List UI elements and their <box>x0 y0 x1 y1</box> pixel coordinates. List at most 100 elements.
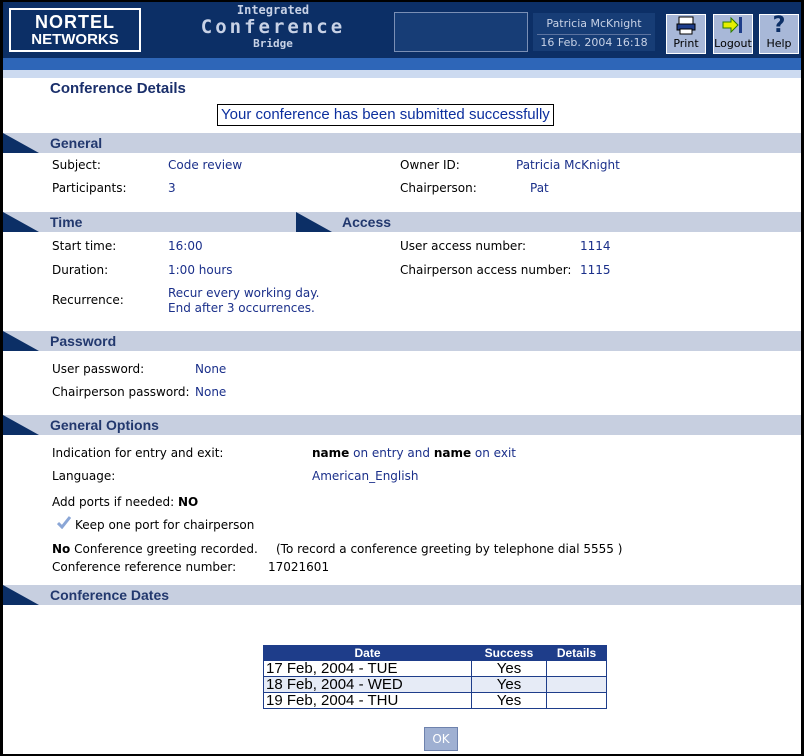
greeting-hint: (To record a conference greeting by tele… <box>276 542 623 556</box>
section-wedge <box>3 585 39 605</box>
logo-line1: NORTEL <box>35 12 115 32</box>
indication-value: name on entry and name on exit <box>312 446 516 460</box>
row-details <box>546 692 607 709</box>
app-name-line2: Conference <box>200 16 346 38</box>
owner-id-value: Patricia McKnight <box>516 158 620 172</box>
row-success: Yes <box>471 692 547 709</box>
user-password-value: None <box>195 362 227 376</box>
chair-access-value: 1115 <box>580 263 611 277</box>
indication-mid: on entry and <box>349 446 434 460</box>
section-general-header: General <box>3 133 801 153</box>
table-row: 19 Feb, 2004 - THU Yes <box>263 692 607 709</box>
section-wedge <box>3 212 39 232</box>
section-options-header: General Options <box>3 415 801 435</box>
row-success: Yes <box>471 660 547 677</box>
greeting-status: No Conference greeting recorded. <box>52 542 258 556</box>
row-success: Yes <box>471 676 547 693</box>
duration-value: 1:00 hours <box>168 263 233 277</box>
section-password-title: Password <box>50 333 117 349</box>
checkmark-icon <box>56 515 72 530</box>
logout-label: Logout <box>714 37 752 50</box>
user-access-label: User access number: <box>400 239 527 253</box>
reference-label: Conference reference number: <box>52 560 237 574</box>
indication-label: Indication for entry and exit: <box>52 446 224 460</box>
printer-icon <box>667 15 705 37</box>
start-time-value: 16:00 <box>168 239 203 253</box>
current-datetime: 16 Feb. 2004 16:18 <box>540 36 648 49</box>
add-ports-value: NO <box>177 495 199 509</box>
row-date: 18 Feb, 2004 - WED <box>263 676 472 693</box>
help-button[interactable]: ? Help <box>759 14 799 54</box>
print-button[interactable]: Print <box>666 14 706 54</box>
header-light-stripe <box>3 70 801 78</box>
chair-password-label: Chairperson password: <box>52 385 190 399</box>
participants-label: Participants: <box>52 181 127 195</box>
logout-button[interactable]: Logout <box>713 14 753 54</box>
duration-label: Duration: <box>52 263 109 277</box>
section-wedge <box>3 133 39 153</box>
app-name: Integrated Conference Bridge <box>163 4 383 49</box>
header-stripe <box>3 58 801 70</box>
subject-label: Subject: <box>52 158 101 172</box>
section-general-title: General <box>50 135 103 151</box>
row-details <box>546 660 607 677</box>
success-message: Your conference has been submitted succe… <box>217 104 554 126</box>
greeting-status-bold: No <box>52 542 71 556</box>
chairperson-label: Chairperson: <box>400 181 477 195</box>
column-header-success: Success <box>471 645 547 661</box>
section-password-header: Password <box>3 331 801 351</box>
ok-button[interactable]: OK <box>424 727 458 751</box>
recurrence-line2: End after 3 occurrences. <box>168 301 315 315</box>
column-header-date: Date <box>263 645 472 661</box>
keep-port-label: Keep one port for chairperson <box>75 518 255 532</box>
user-password-label: User password: <box>52 362 145 376</box>
print-label: Print <box>673 37 699 50</box>
indication-bold1: name <box>312 446 350 460</box>
owner-id-label: Owner ID: <box>400 158 460 172</box>
section-time-title: Time <box>50 214 83 230</box>
table-row: 17 Feb, 2004 - TUE Yes <box>263 660 607 677</box>
language-label: Language: <box>52 469 116 483</box>
add-ports: Add ports if needed: NO <box>52 495 198 509</box>
row-date: 17 Feb, 2004 - TUE <box>263 660 472 677</box>
header-blank-panel <box>394 12 528 52</box>
user-name: Patricia McKnight <box>537 16 651 35</box>
section-time-access-header: Time Access <box>3 212 801 232</box>
table-header-row: Date Success Details <box>263 645 607 661</box>
top-banner: NORTEL NETWORKS Integrated Conference Br… <box>3 0 801 58</box>
page-title: Conference Details <box>50 80 186 97</box>
section-dates-header: Conference Dates <box>3 585 801 605</box>
help-question-icon: ? <box>772 13 786 38</box>
section-wedge <box>3 331 39 351</box>
app-name-line3: Bridge <box>253 37 293 50</box>
section-access-title: Access <box>342 214 392 230</box>
recurrence-label: Recurrence: <box>52 293 124 307</box>
language-value: American_English <box>312 469 419 483</box>
logout-arrow-icon <box>714 15 752 37</box>
chair-password-value: None <box>195 385 227 399</box>
add-ports-label: Add ports if needed: <box>52 495 175 509</box>
greeting-status-text: Conference greeting recorded. <box>70 542 258 556</box>
chairperson-value: Pat <box>530 181 549 195</box>
user-access-value: 1114 <box>580 239 611 253</box>
participants-value: 3 <box>168 181 176 195</box>
recurrence-line1: Recur every working day. <box>168 286 320 300</box>
logo-line2: NETWORKS <box>31 31 119 48</box>
section-wedge <box>3 415 39 435</box>
app-name-line1: Integrated <box>236 3 310 17</box>
indication-bold2: name <box>433 446 472 460</box>
conference-dates-table: Date Success Details 17 Feb, 2004 - TUE … <box>263 645 607 709</box>
column-header-details: Details <box>546 645 607 661</box>
table-row: 18 Feb, 2004 - WED Yes <box>263 676 607 693</box>
start-time-label: Start time: <box>52 239 117 253</box>
chair-access-label: Chairperson access number: <box>400 263 572 277</box>
row-details <box>546 676 607 693</box>
indication-end: on exit <box>471 446 516 460</box>
row-date: 19 Feb, 2004 - THU <box>263 692 472 709</box>
reference-value: 17021601 <box>268 560 330 574</box>
subject-value: Code review <box>168 158 243 172</box>
help-label: Help <box>766 37 792 50</box>
user-info: Patricia McKnight 16 Feb. 2004 16:18 <box>532 12 656 52</box>
section-options-title: General Options <box>50 417 159 433</box>
section-wedge <box>296 212 332 232</box>
